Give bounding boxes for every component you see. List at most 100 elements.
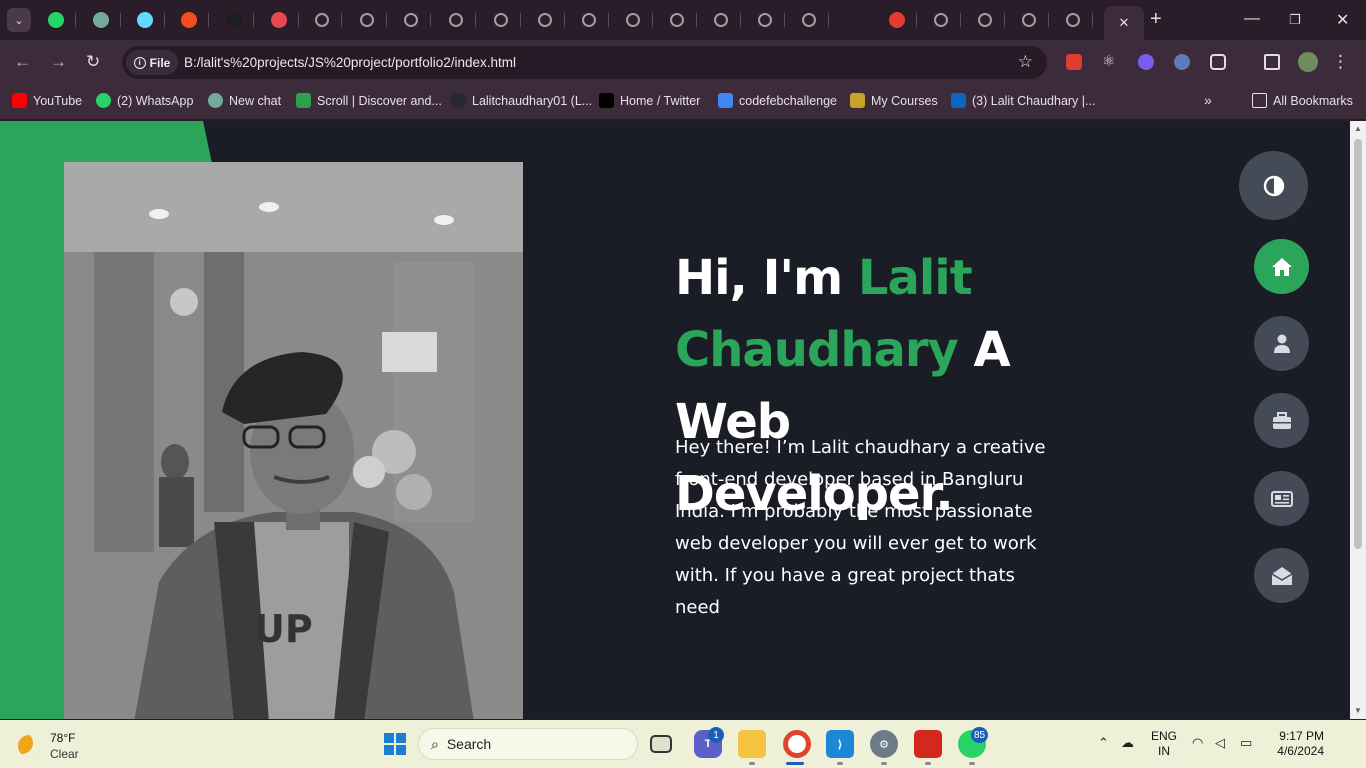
tab-separator	[828, 13, 829, 27]
nav-home-button[interactable]	[1254, 239, 1309, 294]
task-view-icon[interactable]	[650, 735, 672, 753]
site-info-chip[interactable]: i File	[126, 50, 178, 75]
tab-search-button[interactable]: ⌄	[7, 8, 31, 32]
browser-tab[interactable]	[1009, 6, 1049, 34]
more-bookmarks-chevron-icon[interactable]: »	[1204, 92, 1212, 108]
browser-tab[interactable]	[921, 6, 961, 34]
file-explorer-icon[interactable]	[738, 730, 766, 758]
browser-tab[interactable]	[481, 6, 521, 34]
battery-icon[interactable]: ▭	[1240, 735, 1252, 751]
globe-icon	[626, 13, 640, 27]
browser-tab[interactable]	[965, 6, 1005, 34]
bookmark-item[interactable]: codefebchallenge	[718, 93, 837, 108]
scroll-up-arrow-icon[interactable]: ▲	[1354, 124, 1362, 133]
new-tab-button[interactable]: +	[1150, 9, 1162, 29]
all-bookmarks-button[interactable]: All Bookmarks	[1252, 93, 1353, 108]
close-icon[interactable]: ✕	[1116, 15, 1132, 31]
react-devtools-icon[interactable]: ⚛	[1102, 52, 1118, 70]
onedrive-cloud-icon[interactable]: ☁	[1121, 735, 1134, 751]
adobe-acrobat-extension-icon[interactable]	[1066, 54, 1082, 70]
browser-tab[interactable]	[436, 6, 476, 34]
tab-separator	[120, 13, 121, 27]
browser-tab[interactable]	[701, 6, 741, 34]
hero-article: A	[957, 322, 1011, 378]
whatsapp-running-indicator	[969, 762, 975, 765]
close-window-button[interactable]: ✕	[1336, 10, 1349, 30]
taskbar-search[interactable]: ⌕ Search	[418, 728, 638, 760]
briefcase-icon	[1272, 411, 1291, 429]
minimize-button[interactable]: —	[1244, 10, 1260, 28]
browser-tab[interactable]	[81, 6, 121, 34]
input-language[interactable]: ENG IN	[1151, 729, 1177, 759]
chrome-icon[interactable]	[783, 730, 811, 758]
url-text[interactable]: B:/lalit's%20projects/JS%20project/portf…	[184, 55, 516, 70]
browser-tab[interactable]	[745, 6, 785, 34]
show-hidden-icons-chevron-icon[interactable]: ⌃	[1098, 735, 1109, 751]
scroll-down-arrow-icon[interactable]: ▼	[1354, 706, 1362, 715]
clock-date: 4/6/2024	[1277, 744, 1324, 758]
profile-photo: UP	[64, 162, 523, 719]
nav-about-button[interactable]	[1254, 316, 1309, 371]
globe-icon	[360, 13, 374, 27]
bookmark-star-icon[interactable]: ☆	[1018, 52, 1033, 72]
vscode-running-indicator	[837, 762, 843, 765]
browser-tab[interactable]	[657, 6, 697, 34]
cursor-extension-icon[interactable]	[1174, 54, 1190, 70]
forward-button[interactable]: →	[50, 52, 67, 72]
browser-tab[interactable]	[125, 6, 165, 34]
bookmark-item[interactable]: YouTube	[12, 93, 82, 108]
side-panel-icon[interactable]	[1264, 54, 1280, 70]
wifi-icon[interactable]: ◠	[1192, 735, 1203, 751]
vscode-icon[interactable]: ⟩	[826, 730, 854, 758]
bookmark-item[interactable]: Scroll | Discover and...	[296, 93, 442, 108]
bookmarks-bar: YouTube (2) WhatsApp New chat Scroll | Disc…	[0, 84, 1366, 120]
weather-temperature: 78°F	[50, 731, 76, 745]
page-scrollbar[interactable]: ▲ ▼	[1350, 121, 1366, 719]
extension-icon[interactable]	[1138, 54, 1154, 70]
browser-tab[interactable]	[347, 6, 387, 34]
nav-portfolio-button[interactable]	[1254, 393, 1309, 448]
address-bar[interactable]: i File B:/lalit's%20projects/JS%20projec…	[122, 46, 1047, 79]
back-button[interactable]: ←	[14, 52, 31, 72]
browser-tab[interactable]	[302, 6, 342, 34]
browser-tab[interactable]	[525, 6, 565, 34]
bookmark-item[interactable]: (2) WhatsApp	[96, 93, 193, 108]
browser-tab[interactable]	[1053, 6, 1093, 34]
settings-gear-icon[interactable]: ⚙	[870, 730, 898, 758]
bookmark-item[interactable]: Lalitchaudhary01 (L...	[451, 93, 592, 108]
browser-tab[interactable]	[789, 6, 829, 34]
settings-running-indicator	[881, 762, 887, 765]
profile-avatar[interactable]	[1298, 52, 1318, 72]
browser-tab[interactable]	[214, 6, 254, 34]
restore-button[interactable]: ❐	[1289, 12, 1301, 28]
system-clock[interactable]: 9:17 PM 4/6/2024	[1268, 729, 1324, 759]
browser-tab[interactable]	[613, 6, 653, 34]
scrollbar-thumb[interactable]	[1354, 139, 1362, 549]
start-button[interactable]	[384, 733, 406, 755]
bookmark-item[interactable]: New chat	[208, 93, 281, 108]
volume-icon[interactable]: ◁	[1215, 735, 1225, 751]
browser-tab[interactable]: ✕	[1104, 6, 1144, 40]
nav-contact-button[interactable]	[1254, 548, 1309, 603]
reload-button[interactable]: ↻	[86, 52, 100, 72]
extensions-puzzle-icon[interactable]	[1210, 54, 1226, 70]
browser-tab[interactable]	[259, 6, 299, 34]
bookmark-label: (2) WhatsApp	[117, 93, 194, 108]
nav-blog-button[interactable]	[1254, 471, 1309, 526]
weather-widget[interactable]: 78°F Clear	[18, 730, 79, 762]
portfolio-page: UP Hi, I'm Lalit Chaudhary A Web Develop…	[0, 121, 1350, 719]
bookmark-item[interactable]: My Courses	[850, 93, 938, 108]
bookmark-item[interactable]: (3) Lalit Chaudhary |...	[951, 93, 1095, 108]
menu-kebab-icon[interactable]: ⋮	[1332, 52, 1349, 72]
bookmark-item[interactable]: Home / Twitter	[599, 93, 700, 108]
browser-tab[interactable]	[36, 6, 76, 34]
browser-tab[interactable]	[877, 6, 917, 34]
browser-tab[interactable]	[169, 6, 209, 34]
user-icon	[1273, 334, 1290, 353]
acrobat-icon[interactable]	[914, 730, 942, 758]
browser-tab[interactable]	[391, 6, 431, 34]
theme-toggle-button[interactable]	[1239, 151, 1308, 220]
bookmark-label: New chat	[229, 93, 282, 108]
browser-tab[interactable]	[569, 6, 609, 34]
lang-region: IN	[1158, 744, 1170, 758]
